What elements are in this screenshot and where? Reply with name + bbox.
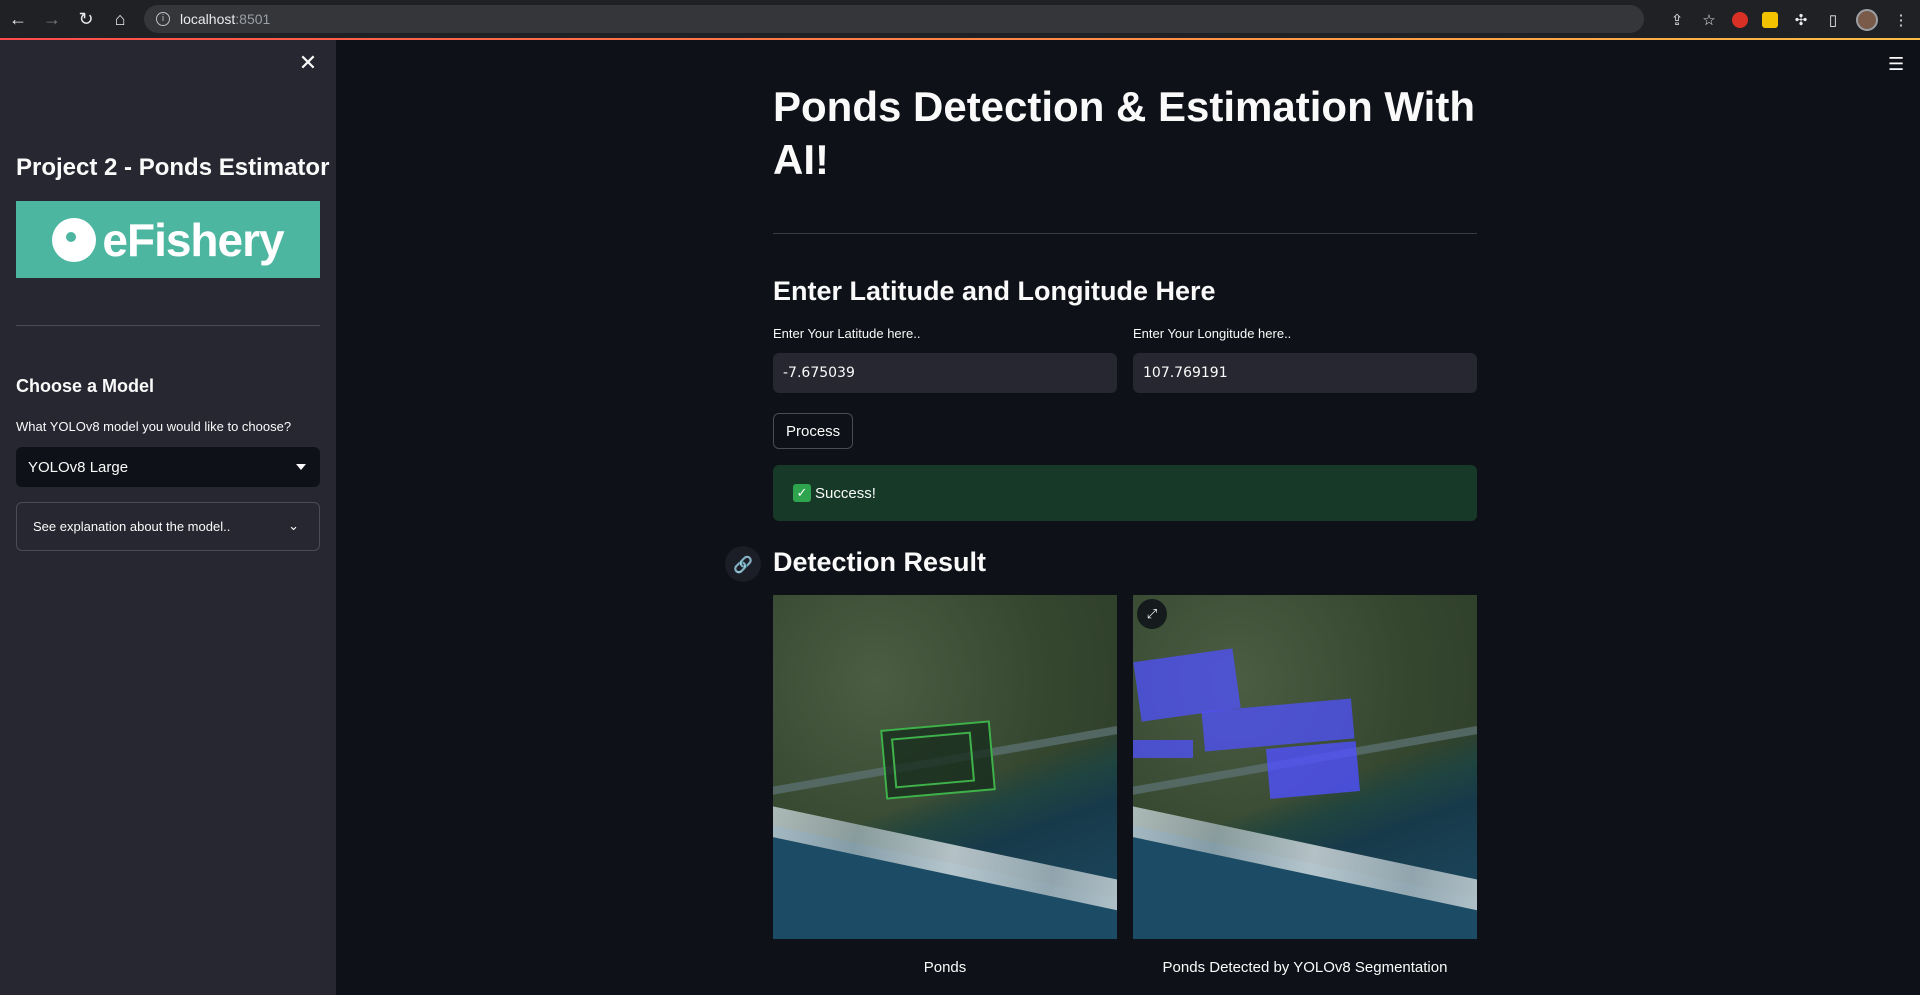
kebab-menu-icon[interactable]: ⋮ [1892,11,1910,29]
logo-text: eFishery [102,213,284,266]
detected-caption: Ponds Detected by YOLOv8 Segmentation [1162,959,1448,976]
page-title: Ponds Detection & Estimation With AI! [773,83,1475,183]
sidebar-divider [16,325,320,326]
detection-mask [1133,740,1193,758]
process-button[interactable]: Process [773,413,854,449]
model-explanation-expander[interactable]: See explanation about the model.. ⌄ [16,502,320,551]
back-arrow-icon[interactable]: ← [2,3,34,35]
link-icon[interactable]: 🔗 [725,546,761,582]
star-icon[interactable]: ☆ [1700,11,1718,29]
ponds-caption: Ponds [923,959,967,976]
browser-toolbar: ← → ↻ ⌂ i localhost:8501 ⇪ ☆ ✣ ▯ ⋮ [0,0,1920,39]
title-divider [773,233,1477,234]
browser-actions: ⇪ ☆ ✣ ▯ ⋮ [1668,0,1910,39]
satellite-image-detected: ⤢ [1133,595,1477,939]
ponds-image-column: Ponds [773,595,1117,976]
satellite-image-ponds [773,595,1117,939]
sidebar-title: Project 2 - Ponds Estimator [16,154,330,181]
home-icon[interactable]: ⌂ [104,3,136,35]
coords-heading: Enter Latitude and Longitude Here [773,276,1216,306]
reload-icon[interactable]: ↻ [70,3,102,35]
detection-mask [1265,741,1361,799]
efishery-logo: eFishery [16,201,320,278]
longitude-input[interactable]: 107.769191 [1133,353,1477,393]
url-port: :8501 [235,11,271,27]
close-icon[interactable]: ✕ [296,52,320,76]
detection-result-heading: Detection Result [773,547,987,577]
caret-down-icon [296,464,306,470]
latitude-field: Enter Your Latitude here.. -7.675039 [773,326,1117,393]
chevron-down-icon: ⌄ [288,519,299,534]
sidepanel-icon[interactable]: ▯ [1824,11,1842,29]
success-alert: ✓ Success! [773,465,1477,521]
longitude-label: Enter Your Longitude here.. [1133,326,1292,341]
longitude-field: Enter Your Longitude here.. 107.769191 [1133,326,1477,393]
address-bar[interactable]: i localhost:8501 [144,5,1644,33]
checkmark-icon: ✓ [793,484,811,502]
extension-yellow-icon[interactable] [1762,11,1778,28]
fullscreen-expand-icon[interactable]: ⤢ [1137,599,1167,629]
model-select-value: YOLOv8 Large [28,458,129,476]
sidebar: ✕ Project 2 - Ponds Estimator eFishery C… [0,40,336,995]
hamburger-menu-icon[interactable]: ☰ [1888,54,1906,75]
model-heading: Choose a Model [16,376,155,396]
latitude-input[interactable]: -7.675039 [773,353,1117,393]
avatar[interactable] [1856,8,1878,31]
url-host: localhost [180,11,236,27]
detected-image-column: ⤢ Ponds Detected by YOLOv8 Segmentation [1133,595,1477,976]
pond-outline-inner [890,731,976,789]
expander-label: See explanation about the model.. [33,519,231,534]
model-select-label: What YOLOv8 model you would like to choo… [16,419,292,434]
fish-logo-icon [52,217,97,262]
share-icon[interactable]: ⇪ [1668,11,1686,29]
success-text: Success! [815,484,876,502]
latitude-label: Enter Your Latitude here.. [773,326,921,341]
puzzle-icon[interactable]: ✣ [1792,11,1810,29]
model-select[interactable]: YOLOv8 Large [16,447,320,487]
forward-arrow-icon[interactable]: → [36,3,68,35]
extension-red-icon[interactable] [1732,11,1748,28]
info-icon[interactable]: i [156,12,170,26]
